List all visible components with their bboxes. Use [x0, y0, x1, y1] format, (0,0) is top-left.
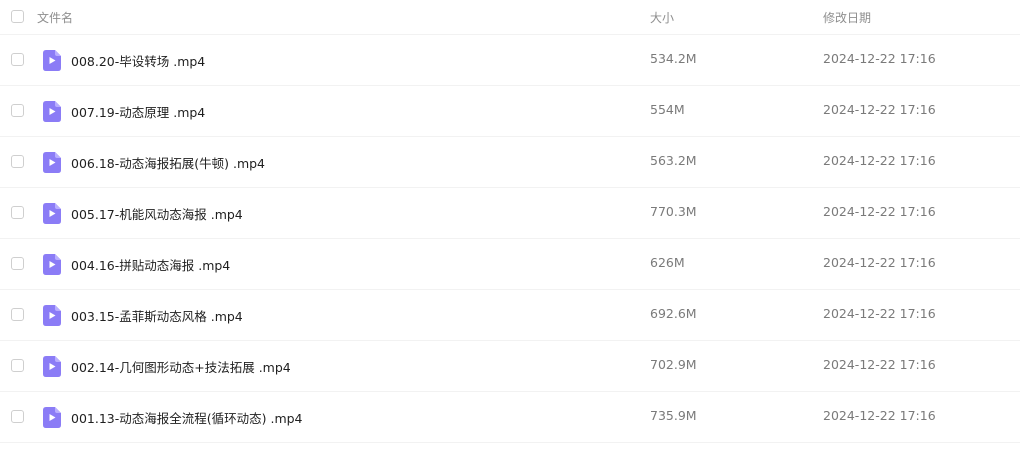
row-checkbox[interactable] — [11, 53, 24, 66]
row-checkbox[interactable] — [11, 410, 24, 423]
file-row[interactable]: 004.16-拼贴动态海报 .mp4 626M 2024-12-22 17:16 — [0, 239, 1020, 290]
file-row[interactable]: 001.13-动态海报全流程(循环动态) .mp4 735.9M 2024-12… — [0, 392, 1020, 443]
video-file-icon — [43, 254, 61, 275]
column-header-size[interactable]: 大小 — [650, 9, 674, 26]
file-size: 554M — [650, 102, 685, 117]
file-modified-date: 2024-12-22 17:16 — [823, 153, 936, 168]
row-checkbox[interactable] — [11, 359, 24, 372]
file-name[interactable]: 005.17-机能风动态海报 .mp4 — [71, 204, 243, 223]
video-file-icon — [43, 203, 61, 224]
video-file-icon-graphic — [43, 305, 61, 326]
video-file-icon-graphic — [43, 356, 61, 377]
file-row[interactable]: 006.18-动态海报拓展(牛顿) .mp4 563.2M 2024-12-22… — [0, 137, 1020, 188]
row-checkbox[interactable] — [11, 104, 24, 117]
file-name[interactable]: 003.15-孟菲斯动态风格 .mp4 — [71, 306, 243, 325]
file-size: 626M — [650, 255, 685, 270]
file-modified-date: 2024-12-22 17:16 — [823, 204, 936, 219]
row-checkbox[interactable] — [11, 257, 24, 270]
video-file-icon — [43, 101, 61, 122]
video-file-icon — [43, 356, 61, 377]
video-file-icon-graphic — [43, 152, 61, 173]
file-name[interactable]: 006.18-动态海报拓展(牛顿) .mp4 — [71, 153, 265, 172]
file-size: 770.3M — [650, 204, 697, 219]
file-list-table: 文件名 大小 修改日期 008.20-毕设转场 .mp4 534.2M 2024… — [0, 0, 1020, 443]
video-file-icon-graphic — [43, 254, 61, 275]
column-header-modified[interactable]: 修改日期 — [823, 9, 871, 26]
row-checkbox[interactable] — [11, 308, 24, 321]
select-all-checkbox[interactable] — [11, 10, 24, 23]
file-modified-date: 2024-12-22 17:16 — [823, 51, 936, 66]
file-modified-date: 2024-12-22 17:16 — [823, 357, 936, 372]
file-size: 702.9M — [650, 357, 697, 372]
file-list-header: 文件名 大小 修改日期 — [0, 0, 1020, 35]
file-modified-date: 2024-12-22 17:16 — [823, 408, 936, 423]
file-row[interactable]: 005.17-机能风动态海报 .mp4 770.3M 2024-12-22 17… — [0, 188, 1020, 239]
file-row[interactable]: 003.15-孟菲斯动态风格 .mp4 692.6M 2024-12-22 17… — [0, 290, 1020, 341]
file-row[interactable]: 007.19-动态原理 .mp4 554M 2024-12-22 17:16 — [0, 86, 1020, 137]
file-size: 692.6M — [650, 306, 697, 321]
video-file-icon-graphic — [43, 203, 61, 224]
row-checkbox[interactable] — [11, 206, 24, 219]
file-name[interactable]: 001.13-动态海报全流程(循环动态) .mp4 — [71, 408, 303, 427]
file-row[interactable]: 002.14-几何图形动态+技法拓展 .mp4 702.9M 2024-12-2… — [0, 341, 1020, 392]
file-size: 563.2M — [650, 153, 697, 168]
file-size: 534.2M — [650, 51, 697, 66]
file-modified-date: 2024-12-22 17:16 — [823, 255, 936, 270]
video-file-icon — [43, 50, 61, 71]
file-name[interactable]: 004.16-拼贴动态海报 .mp4 — [71, 255, 230, 274]
file-row[interactable]: 008.20-毕设转场 .mp4 534.2M 2024-12-22 17:16 — [0, 35, 1020, 86]
file-modified-date: 2024-12-22 17:16 — [823, 306, 936, 321]
video-file-icon — [43, 305, 61, 326]
video-file-icon-graphic — [43, 50, 61, 71]
video-file-icon-graphic — [43, 101, 61, 122]
column-header-name[interactable]: 文件名 — [37, 9, 73, 26]
file-name[interactable]: 008.20-毕设转场 .mp4 — [71, 51, 205, 70]
video-file-icon-graphic — [43, 407, 61, 428]
file-name[interactable]: 007.19-动态原理 .mp4 — [71, 102, 205, 121]
file-modified-date: 2024-12-22 17:16 — [823, 102, 936, 117]
video-file-icon — [43, 152, 61, 173]
row-checkbox[interactable] — [11, 155, 24, 168]
file-size: 735.9M — [650, 408, 697, 423]
file-name[interactable]: 002.14-几何图形动态+技法拓展 .mp4 — [71, 357, 291, 376]
video-file-icon — [43, 407, 61, 428]
